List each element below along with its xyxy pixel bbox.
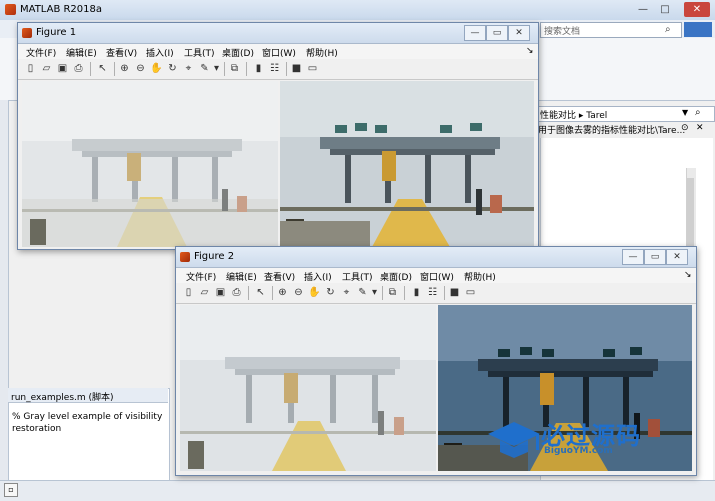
figure-title-bar: Figure 1 — ▭ ✕ — [18, 23, 538, 44]
minimize-icon[interactable]: — — [636, 3, 650, 16]
graduation-cap-icon — [488, 422, 540, 458]
options-icon[interactable]: ⊙ — [681, 123, 689, 133]
menu-desktop[interactable]: 桌面(D) — [380, 270, 412, 283]
maximize-icon[interactable]: ▭ — [644, 249, 666, 265]
matlab-title-bar: MATLAB R2018a — [0, 0, 715, 21]
menu-file[interactable]: 文件(F) — [186, 270, 216, 283]
scrollbar-thumb[interactable] — [687, 178, 694, 248]
save-icon[interactable]: ▣ — [56, 62, 69, 75]
menu-view[interactable]: 查看(V) — [106, 46, 137, 59]
menu-desktop[interactable]: 桌面(D) — [222, 46, 254, 59]
hazy-image — [22, 81, 278, 247]
current-folder-path: 用于图像去雾的指标性能对比\Tare... — [538, 126, 686, 136]
pan-icon[interactable]: ✋ — [308, 286, 321, 299]
hazy-image — [180, 305, 436, 471]
print-icon[interactable]: ⎙ — [230, 286, 243, 299]
hazy-image-svg — [180, 305, 436, 471]
rotate-icon[interactable]: ↻ — [166, 62, 179, 75]
open-file-icon[interactable]: ▱ — [40, 62, 53, 75]
chevron-down-icon[interactable]: ▾ — [368, 286, 381, 299]
colorbar-icon[interactable]: ▮ — [410, 286, 423, 299]
legend-icon[interactable]: ☷ — [426, 286, 439, 299]
figure-title: Figure 1 — [36, 27, 77, 38]
script-preview-panel — [8, 388, 170, 490]
data-cursor-icon[interactable]: ⌖ — [182, 62, 195, 75]
close-icon[interactable]: ✕ — [666, 249, 688, 265]
zoom-in-icon[interactable]: ⊕ — [118, 62, 131, 75]
search-go-button[interactable] — [684, 22, 712, 37]
colorbar-icon[interactable]: ▮ — [252, 62, 265, 75]
legend-icon[interactable]: ☷ — [268, 62, 281, 75]
status-bar — [0, 480, 715, 501]
figure-menubar: 文件(F) 编辑(E) 查看(V) 插入(I) 工具(T) 桌面(D) 窗口(W… — [176, 268, 696, 283]
link-plot-icon[interactable]: ⧉ — [386, 286, 399, 299]
menu-window[interactable]: 窗口(W) — [262, 46, 296, 59]
watermark-url: BiguoYM.com — [544, 446, 613, 456]
data-cursor-icon[interactable]: ⌖ — [340, 286, 353, 299]
menu-tools[interactable]: 工具(T) — [342, 270, 373, 283]
pan-icon[interactable]: ✋ — [150, 62, 163, 75]
menu-tools[interactable]: 工具(T) — [184, 46, 215, 59]
new-figure-icon[interactable]: ▯ — [182, 286, 195, 299]
figure-title: Figure 2 — [194, 251, 235, 262]
pointer-icon[interactable]: ↖ — [254, 286, 267, 299]
minimize-icon[interactable]: — — [622, 249, 644, 265]
save-icon[interactable]: ▣ — [214, 286, 227, 299]
dock-arrow-icon[interactable]: ↘ — [526, 46, 534, 56]
folder-search-icon[interactable]: ⌕ — [695, 107, 701, 118]
matlab-logo-icon — [180, 252, 190, 262]
chevron-down-icon[interactable]: ▾ — [210, 62, 223, 75]
hide-plot-tools-icon[interactable]: ■ — [290, 62, 303, 75]
pointer-icon[interactable]: ↖ — [96, 62, 109, 75]
minimize-icon[interactable]: — — [464, 25, 486, 41]
show-plot-tools-icon[interactable]: ▭ — [306, 62, 319, 75]
show-plot-tools-icon[interactable]: ▭ — [464, 286, 477, 299]
zoom-in-icon[interactable]: ⊕ — [276, 286, 289, 299]
close-icon[interactable]: ✕ — [508, 25, 530, 41]
matlab-logo-icon — [5, 4, 16, 15]
figure-toolbar: ▯ ▱ ▣ ⎙ ↖ ⊕ ⊖ ✋ ↻ ⌖ ✎ ▾ ⧉ ▮ ☷ ■ ▭ — [176, 283, 696, 304]
figure-menubar: 文件(F) 编辑(E) 查看(V) 插入(I) 工具(T) 桌面(D) 窗口(W… — [18, 44, 538, 59]
search-icon[interactable]: ⌕ — [665, 24, 671, 35]
search-placeholder: 搜索文档 — [544, 27, 581, 37]
hazy-image-svg — [22, 81, 278, 247]
zoom-out-icon[interactable]: ⊖ — [134, 62, 147, 75]
watermark: 必过源码 BiguoYM.com — [486, 416, 686, 462]
maximize-icon[interactable]: □ — [658, 3, 672, 16]
script-panel-header: run_examples.m (脚本) — [8, 388, 168, 403]
menu-window[interactable]: 窗口(W) — [420, 270, 454, 283]
print-icon[interactable]: ⎙ — [72, 62, 85, 75]
dock-arrow-icon[interactable]: ↘ — [684, 270, 692, 280]
menu-edit[interactable]: 编辑(E) — [226, 270, 257, 283]
chevron-down-icon[interactable]: ▼ — [682, 108, 688, 117]
address-path: 性能对比 ▸ Tarel — [540, 111, 608, 121]
figure-title-bar: Figure 2 — ▭ ✕ — [176, 247, 696, 268]
app-title: MATLAB R2018a — [20, 4, 103, 15]
figure-toolbar: ▯ ▱ ▣ ⎙ ↖ ⊕ ⊖ ✋ ↻ ⌖ ✎ ▾ ⧉ ▮ ☷ ■ ▭ — [18, 59, 538, 80]
maximize-icon[interactable]: ▭ — [486, 25, 508, 41]
matlab-logo-icon — [22, 28, 32, 38]
menu-insert[interactable]: 插入(I) — [304, 270, 332, 283]
search-input[interactable]: 搜索文档 — [540, 22, 682, 38]
status-icon[interactable]: ▫ — [4, 483, 18, 497]
new-figure-icon[interactable]: ▯ — [24, 62, 37, 75]
rotate-icon[interactable]: ↻ — [324, 286, 337, 299]
menu-insert[interactable]: 插入(I) — [146, 46, 174, 59]
zoom-out-icon[interactable]: ⊖ — [292, 286, 305, 299]
open-file-icon[interactable]: ▱ — [198, 286, 211, 299]
close-panel-icon[interactable]: ✕ — [696, 123, 704, 133]
menu-edit[interactable]: 编辑(E) — [66, 46, 97, 59]
hide-plot-tools-icon[interactable]: ■ — [448, 286, 461, 299]
close-button[interactable]: ✕ — [684, 2, 710, 17]
menu-help[interactable]: 帮助(H) — [464, 270, 496, 283]
menu-view[interactable]: 查看(V) — [264, 270, 295, 283]
figure-1-window: Figure 1 — ▭ ✕ 文件(F) 编辑(E) 查看(V) 插入(I) 工… — [17, 22, 539, 250]
script-comment: % Gray level example of visibility resto… — [12, 412, 163, 434]
menu-file[interactable]: 文件(F) — [26, 46, 56, 59]
menu-help[interactable]: 帮助(H) — [306, 46, 338, 59]
script-tab-label: run_examples.m (脚本) — [11, 393, 114, 403]
dehazed-image-svg — [280, 81, 534, 247]
link-plot-icon[interactable]: ⧉ — [228, 62, 241, 75]
dehazed-image — [280, 81, 534, 247]
